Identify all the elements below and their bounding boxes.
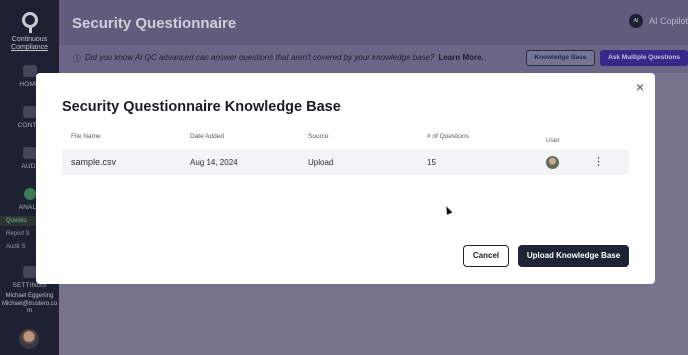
file-name-cell: sample.csv [71, 157, 117, 167]
user-avatar [546, 155, 559, 169]
upload-knowledge-base-button[interactable]: Upload Knowledge Base [518, 245, 629, 267]
app-window: Continuous Compliance HOME CONTE AUDI AN… [0, 0, 688, 355]
column-header-source: Source [308, 133, 329, 140]
questions-cell: 15 [427, 157, 436, 167]
date-added-cell: Aug 14, 2024 [190, 157, 238, 167]
knowledge-base-modal: × Security Questionnaire Knowledge Base … [36, 73, 655, 284]
modal-title: Security Questionnaire Knowledge Base [62, 99, 341, 115]
column-header-questions: # of Questions [427, 133, 469, 140]
column-header-user: User [546, 136, 560, 144]
table-row[interactable]: sample.csv Aug 14, 2024 Upload 15 ⋮ [62, 149, 629, 175]
more-options-icon[interactable]: ⋮ [593, 157, 604, 168]
knowledge-base-table: File Name Date Added Source # of Questio… [62, 133, 629, 175]
cancel-button[interactable]: Cancel [463, 245, 509, 267]
close-icon[interactable]: × [636, 80, 644, 94]
column-header-file-name: File Name [71, 133, 101, 140]
column-header-date-added: Date Added [190, 133, 224, 140]
source-cell: Upload [308, 157, 334, 167]
table-header: File Name Date Added Source # of Questio… [62, 133, 629, 147]
user-cell: ⋮ [538, 155, 629, 169]
